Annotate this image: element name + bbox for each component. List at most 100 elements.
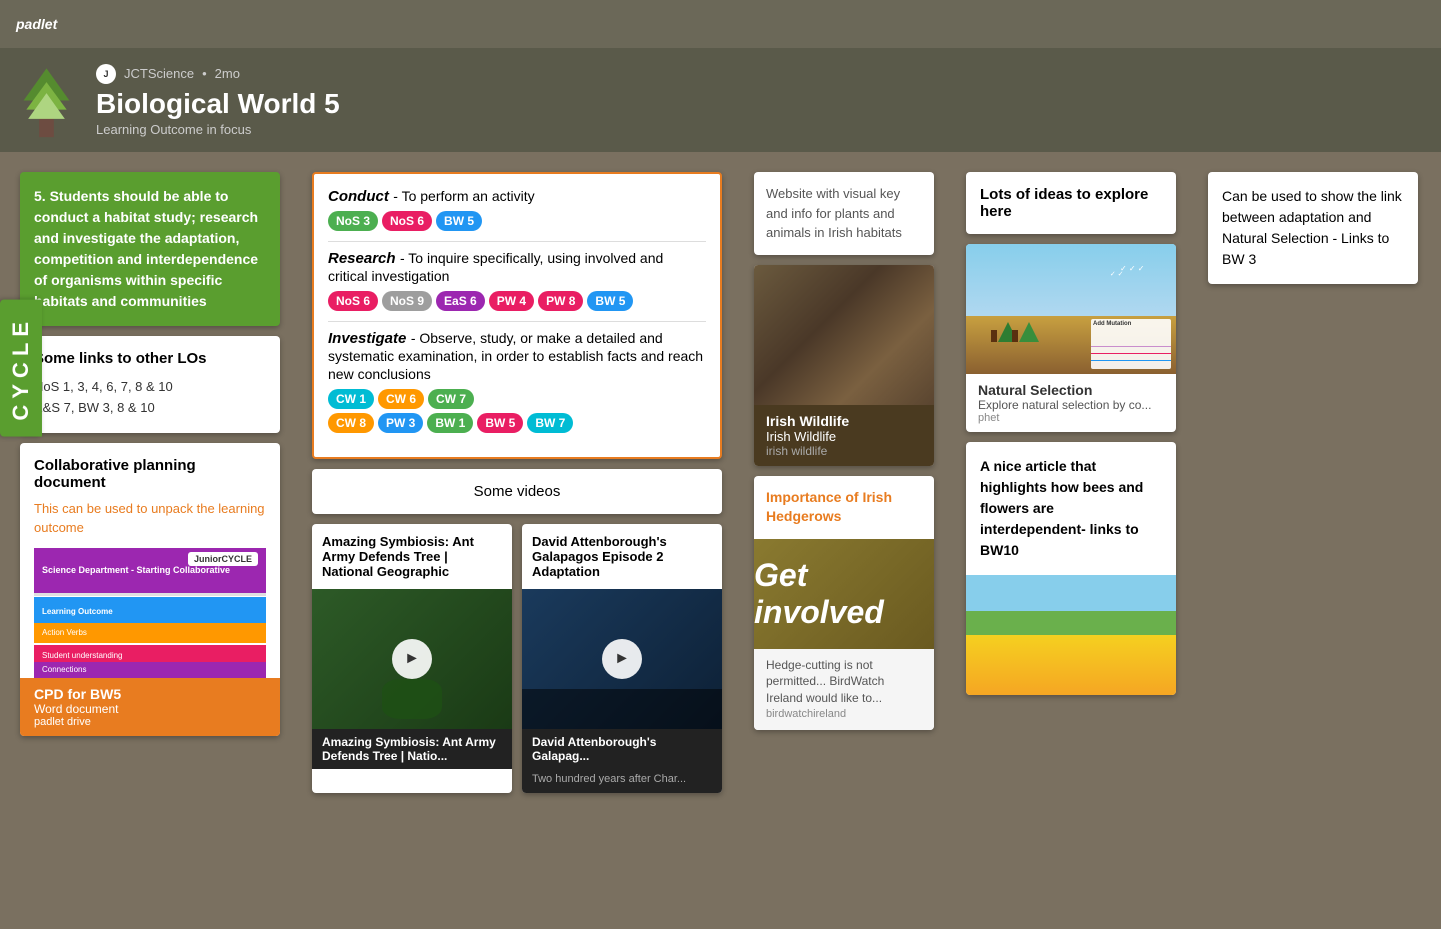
video2-title: David Attenborough's Galapagos Episode 2… — [522, 524, 722, 589]
tag-bw1: BW 1 — [427, 413, 473, 433]
header-time: 2mo — [215, 66, 240, 81]
tag-cw1: CW 1 — [328, 389, 374, 409]
bees-bottom-text: A nice article that highlights how bees … — [966, 442, 1176, 575]
website-text: Website with visual key and info for pla… — [766, 186, 902, 240]
conduct-row: Conduct - To perform an activity NoS 3 N… — [328, 188, 706, 231]
research-tags: NoS 6 NoS 9 EaS 6 PW 4 PW 8 BW 5 — [328, 291, 706, 311]
wildlife-title1: Irish Wildlife — [766, 413, 922, 429]
investigate-tags-2: CW 8 PW 3 BW 1 BW 5 BW 7 — [328, 413, 706, 433]
tag-nos3: NoS 3 — [328, 211, 378, 231]
videos-header-text: Some videos — [474, 483, 561, 500]
tag-pw4: PW 4 — [489, 291, 534, 311]
natural-link: phet — [978, 412, 1164, 424]
video2-caption: David Attenborough's Galapag... — [522, 729, 722, 769]
column-5: Can be used to show the link between ada… — [1198, 162, 1428, 294]
page-subtitle: Learning Outcome in focus — [96, 122, 340, 137]
links-card-title: Some links to other LOs — [34, 350, 266, 367]
investigate-row: Investigate - Observe, study, or make a … — [328, 330, 706, 433]
play-button-2[interactable]: ► — [602, 639, 642, 679]
hedgerow-footer: Hedge-cutting is not permitted... BirdWa… — [754, 649, 934, 731]
jct-badge: J — [96, 64, 116, 84]
tag-bw7: BW 7 — [527, 413, 573, 433]
tag-nos6-r: NoS 6 — [328, 291, 378, 311]
video2-thumb[interactable]: ► — [522, 589, 722, 729]
investigate-tags-1: CW 1 CW 6 CW 7 — [328, 389, 706, 409]
video1-thumb[interactable]: ► — [312, 589, 512, 729]
links-card[interactable]: Some links to other LOs NoS 1, 3, 4, 6, … — [20, 336, 280, 433]
natural-selection-card[interactable]: ✓ ✓ ✓ ✓ ✓ Add Mutation Natural Selection… — [966, 244, 1176, 432]
adapt-card[interactable]: Can be used to show the link between ada… — [1208, 172, 1418, 284]
hedgerow-thumb-text: Get involved — [754, 557, 934, 631]
bees-bottom-thumb — [966, 575, 1176, 695]
bees-text: Can be used to show the link between ada… — [1222, 188, 1402, 267]
top-bar: padlet — [0, 0, 1441, 48]
sim-panel: Add Mutation — [1091, 319, 1171, 369]
links-line2: E&S 7, BW 3, 8 & 10 — [34, 398, 266, 419]
column-4: Lots of ideas to explore here ✓ ✓ ✓ ✓ ✓ … — [956, 162, 1186, 705]
tag-nos9: NoS 9 — [382, 291, 432, 311]
tag-cw8: CW 8 — [328, 413, 374, 433]
wildlife-title2: Irish Wildlife — [766, 429, 922, 444]
tag-cw6: CW 6 — [378, 389, 424, 409]
tag-pw3: PW 3 — [378, 413, 423, 433]
divider-1 — [328, 241, 706, 242]
author-name: JCTScience — [124, 66, 194, 81]
play-button-1[interactable]: ► — [392, 639, 432, 679]
hedgerow-card[interactable]: Importance of Irish Hedgerows Get involv… — [754, 476, 934, 731]
video1-caption: Amazing Symbiosis: Ant Army Defends Tree… — [312, 729, 512, 769]
cpd-footer: CPD for BW5 Word document padlet drive — [20, 678, 280, 736]
video2-subcaption: Two hundred years after Char... — [522, 769, 722, 793]
video-card-1[interactable]: Amazing Symbiosis: Ant Army Defends Tree… — [312, 524, 512, 793]
wildlife-thumb — [754, 265, 934, 405]
tag-cw7: CW 7 — [428, 389, 474, 409]
header-meta: J JCTScience • 2mo — [96, 64, 340, 84]
padlet-logo: padlet — [16, 16, 57, 32]
videos-row: Amazing Symbiosis: Ant Army Defends Tree… — [312, 524, 722, 793]
collab-desc: This can be used to unpack the learning … — [34, 499, 266, 538]
video1-title: Amazing Symbiosis: Ant Army Defends Tree… — [312, 524, 512, 589]
natural-desc: Explore natural selection by co... — [978, 398, 1164, 412]
research-title: Research — [328, 250, 396, 267]
wildlife-footer: Irish Wildlife Irish Wildlife irish wild… — [754, 405, 934, 466]
website-card[interactable]: Website with visual key and info for pla… — [754, 172, 934, 255]
column-2: Conduct - To perform an activity NoS 3 N… — [302, 162, 732, 803]
cpd-title: CPD for BW5 — [34, 686, 266, 702]
conduct-title: Conduct — [328, 188, 389, 205]
natural-title: Natural Selection — [978, 382, 1164, 398]
cpd-sub: Word document — [34, 702, 266, 716]
lo-text: 5. Students should be able to conduct a … — [34, 188, 258, 309]
column-1: 5. Students should be able to conduct a … — [10, 162, 290, 746]
research-row: Research - To inquire specifically, usin… — [328, 250, 706, 311]
header-text-block: J JCTScience • 2mo Biological World 5 Le… — [96, 64, 340, 137]
tag-bw5-i: BW 5 — [477, 413, 523, 433]
videos-header-card: Some videos — [312, 469, 722, 514]
hedgerow-footer-text: Hedge-cutting is not permitted... BirdWa… — [766, 657, 922, 707]
natural-footer: Natural Selection Explore natural select… — [966, 374, 1176, 432]
wildlife-card[interactable]: Irish Wildlife Irish Wildlife irish wild… — [754, 265, 934, 466]
ideas-text: Lots of ideas to explore here — [980, 186, 1148, 220]
collab-title: Collaborative planning document — [34, 457, 266, 491]
cycle-text: CYCLE — [8, 316, 33, 421]
natural-thumb: ✓ ✓ ✓ ✓ ✓ Add Mutation — [966, 244, 1176, 374]
page-title: Biological World 5 — [96, 88, 340, 120]
video-card-2[interactable]: David Attenborough's Galapagos Episode 2… — [522, 524, 722, 793]
action-words-card[interactable]: Conduct - To perform an activity NoS 3 N… — [312, 172, 722, 459]
tag-bw5-r: BW 5 — [587, 291, 633, 311]
conduct-tags: NoS 3 NoS 6 BW 5 — [328, 211, 706, 231]
divider-2 — [328, 321, 706, 322]
tag-bw5-conduct: BW 5 — [436, 211, 482, 231]
conduct-desc: - To perform an activity — [393, 188, 534, 204]
tag-eas6: EaS 6 — [436, 291, 485, 311]
main-grid: 5. Students should be able to conduct a … — [0, 152, 1441, 813]
hedgerow-thumb: Get involved — [754, 539, 934, 649]
tag-nos6: NoS 6 — [382, 211, 432, 231]
tree-icon — [16, 60, 76, 140]
bees-bottom-card[interactable]: A nice article that highlights how bees … — [966, 442, 1176, 695]
links-line1: NoS 1, 3, 4, 6, 7, 8 & 10 — [34, 377, 266, 398]
tag-pw8: PW 8 — [538, 291, 583, 311]
column-3: Website with visual key and info for pla… — [744, 162, 944, 740]
collab-card[interactable]: Collaborative planning document This can… — [20, 443, 280, 736]
cpd-link: padlet drive — [34, 716, 266, 728]
wildlife-link: irish wildlife — [766, 444, 922, 458]
investigate-title: Investigate — [328, 330, 406, 347]
